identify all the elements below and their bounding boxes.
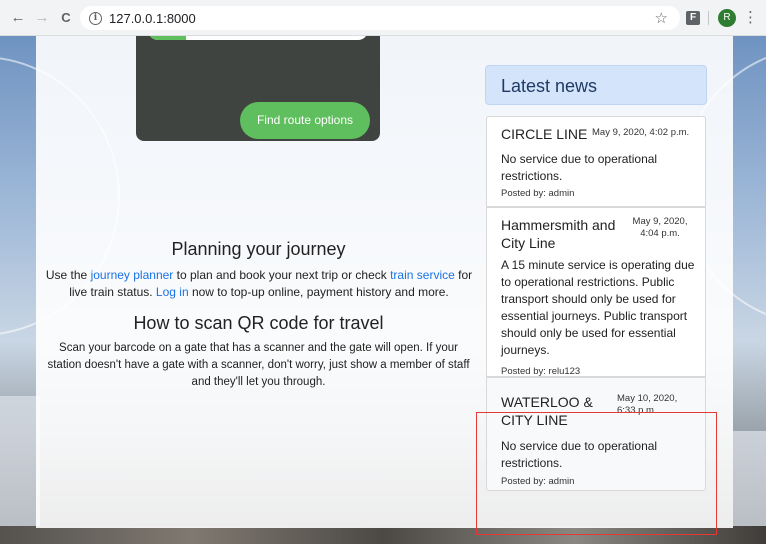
reload-button[interactable]: C (56, 8, 76, 28)
background-building (0, 396, 40, 526)
news-title: Hammersmith and City Line (501, 217, 616, 251)
planning-heading: Planning your journey (171, 239, 346, 259)
route-search-card: Find route options (136, 36, 380, 141)
background-building (733, 431, 766, 526)
news-body: No service due to operational restrictio… (501, 152, 658, 183)
page-viewport: Find route options Planning your journey… (0, 36, 766, 544)
planning-text-part: Use the (45, 268, 91, 282)
planning-text-part: to plan and book your next trip or check (173, 268, 391, 282)
browser-menu-icon[interactable]: ⋮ (743, 9, 758, 27)
annotation-highlight-box (476, 412, 717, 535)
news-body: A 15 minute service is operating due to … (501, 258, 695, 357)
find-route-options-button[interactable]: Find route options (240, 102, 370, 139)
news-title: CIRCLE LINE (501, 126, 588, 142)
planning-text-part: now to top-up online, payment history an… (188, 285, 449, 299)
address-bar[interactable]: i 127.0.0.1:8000 ☆ (80, 6, 680, 30)
news-posted-by: Posted by: admin (501, 188, 575, 199)
planning-text: Use the journey planner to plan and book… (44, 267, 474, 301)
news-posted-by: Posted by: relu123 (501, 366, 581, 377)
news-item: CIRCLE LINE May 9, 2020, 4:02 p.m. No se… (486, 116, 706, 207)
browser-toolbar: ← → C i 127.0.0.1:8000 ☆ F R ⋮ (0, 0, 766, 36)
log-in-link[interactable]: Log in (156, 285, 189, 299)
news-date: May 9, 2020, 4:04 p.m. (632, 216, 688, 239)
news-item: Hammersmith and City Line May 9, 2020, 4… (486, 207, 706, 377)
toolbar-divider (708, 11, 709, 25)
scan-text: Scan your barcode on a gate that has a s… (47, 342, 470, 388)
info-icon[interactable]: i (89, 11, 102, 25)
latest-news-header: Latest news (485, 65, 707, 105)
scan-heading: How to scan QR code for travel (133, 313, 384, 333)
forward-button[interactable]: → (32, 8, 52, 28)
url-text[interactable]: 127.0.0.1:8000 (109, 11, 196, 26)
train-service-link[interactable]: train service (390, 268, 455, 282)
back-button[interactable]: ← (8, 8, 28, 28)
news-date: May 9, 2020, 4:02 p.m. (592, 127, 690, 138)
route-input-accent (148, 36, 186, 40)
extension-icon[interactable]: F (686, 11, 700, 25)
bookmark-star-icon[interactable]: ☆ (655, 9, 668, 27)
profile-avatar[interactable]: R (718, 9, 736, 27)
journey-planner-link[interactable]: journey planner (91, 268, 174, 282)
